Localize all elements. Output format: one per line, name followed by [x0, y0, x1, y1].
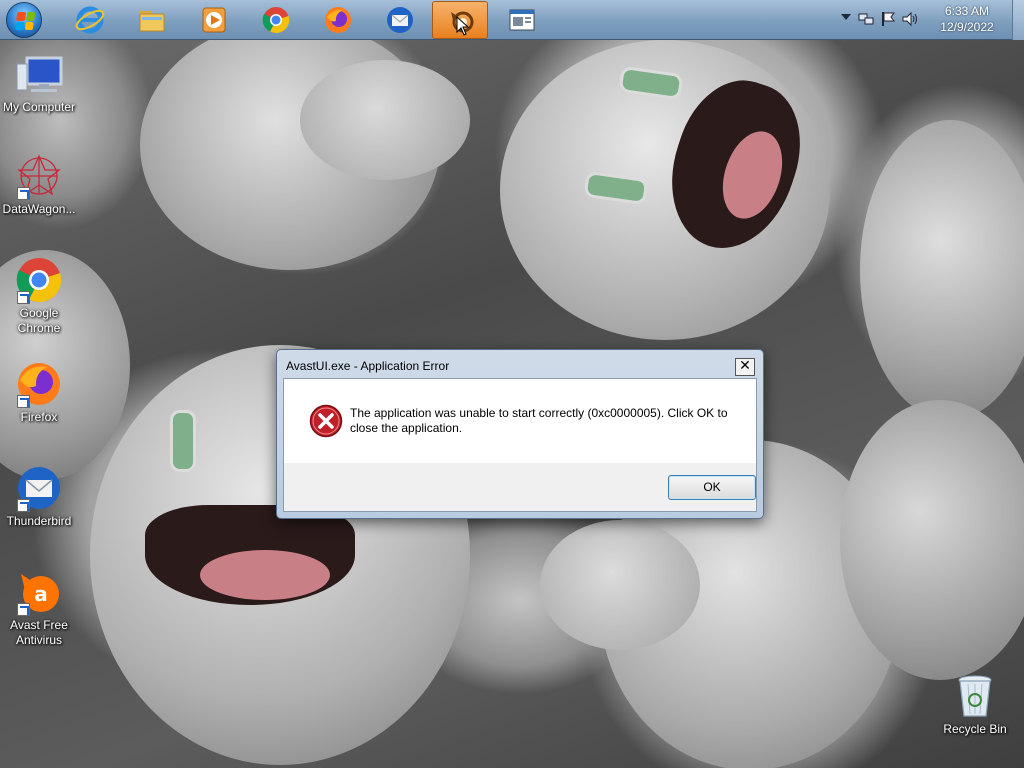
label-line: Avast Free: [10, 618, 68, 632]
desktop-icon-label: Recycle Bin: [943, 722, 1007, 736]
ie-icon: [75, 6, 105, 34]
svg-text:a: a: [34, 582, 48, 606]
system-tray: 6:33 AM 12/9/2022: [834, 0, 1024, 40]
show-hidden-icons-icon[interactable]: [841, 14, 851, 20]
taskbar-firefox[interactable]: [310, 1, 366, 39]
desktop-icon-avast[interactable]: a Avast Free Antivirus: [0, 568, 78, 648]
shortcut-arrow-icon: [17, 603, 30, 616]
clock-date: 12/9/2022: [940, 20, 994, 34]
start-button[interactable]: [6, 2, 42, 38]
volume-icon[interactable]: [902, 11, 918, 27]
taskbar-thunderbird[interactable]: [372, 1, 428, 39]
chrome-icon: [262, 7, 290, 34]
show-desktop-button[interactable]: [1012, 0, 1024, 40]
clock-time: 6:33 AM: [944, 4, 990, 18]
shortcut-arrow-icon: [17, 291, 30, 304]
ok-button[interactable]: OK: [668, 475, 756, 500]
label-line: Antivirus: [15, 633, 62, 647]
recycle-bin-icon: [958, 675, 992, 717]
label-line: Google: [19, 306, 59, 320]
media-player-icon: [202, 7, 226, 33]
wallpaper-tongue: [200, 550, 330, 600]
wallpaper-character: [860, 120, 1024, 420]
desktop-icon-firefox[interactable]: Firefox: [0, 360, 78, 425]
system-clock[interactable]: 6:33 AM 12/9/2022: [932, 3, 1002, 35]
dialog-title: AvastUI.exe - Application Error: [286, 359, 450, 373]
shortcut-arrow-icon: [17, 187, 30, 200]
desktop-icon-my-computer[interactable]: My Computer: [0, 50, 78, 115]
computer-icon: [16, 56, 63, 92]
desktop-icon-label: Thunderbird: [6, 514, 72, 528]
desktop-icon-label: Firefox: [20, 410, 58, 424]
taskbar-chrome[interactable]: [248, 1, 304, 39]
dialog-message: The application was unable to start corr…: [350, 406, 728, 435]
window-icon: [509, 9, 535, 31]
desktop-icon-label: DataWagon...: [2, 202, 76, 216]
action-center-flag-icon[interactable]: [880, 11, 896, 27]
label-line: Chrome: [17, 321, 61, 335]
folder-icon: [139, 11, 165, 32]
thunderbird-icon: [387, 7, 413, 33]
wallpaper-character: [840, 400, 1024, 680]
firefox-icon: [325, 7, 351, 33]
network-icon[interactable]: [858, 11, 874, 27]
taskbar: 6:33 AM 12/9/2022: [0, 0, 1024, 40]
desktop-icon-label: Google Chrome: [0, 306, 78, 336]
taskbar-media-player[interactable]: [186, 1, 242, 39]
desktop-icon-label: Avast Free Antivirus: [0, 618, 78, 648]
windows-logo-icon: [14, 12, 36, 30]
dialog-close-button[interactable]: ✕: [735, 358, 755, 376]
application-error-dialog: AvastUI.exe - Application Error ✕ The ap…: [276, 349, 764, 519]
wallpaper-hand: [300, 60, 470, 180]
dialog-body: The application was unable to start corr…: [283, 378, 757, 512]
shortcut-arrow-icon: [17, 499, 30, 512]
shortcut-arrow-icon: [17, 395, 30, 408]
taskbar-internet-explorer[interactable]: [62, 1, 118, 39]
wallpaper-hand: [540, 520, 700, 650]
dialog-message-area: The application was unable to start corr…: [284, 379, 756, 463]
desktop-icon-datawagon[interactable]: DataWagon...: [0, 152, 78, 217]
taskbar-file-explorer[interactable]: [124, 1, 180, 39]
desktop-icon-google-chrome[interactable]: Google Chrome: [0, 256, 78, 336]
desktop-icon-thunderbird[interactable]: Thunderbird: [0, 464, 78, 529]
wallpaper-eye: [170, 410, 196, 472]
error-icon: [309, 404, 343, 438]
mouse-cursor-icon: [456, 16, 470, 36]
desktop-icon-label: My Computer: [2, 100, 76, 114]
desktop-icon-recycle-bin[interactable]: Recycle Bin: [936, 672, 1014, 737]
taskbar-window[interactable]: [494, 1, 550, 39]
